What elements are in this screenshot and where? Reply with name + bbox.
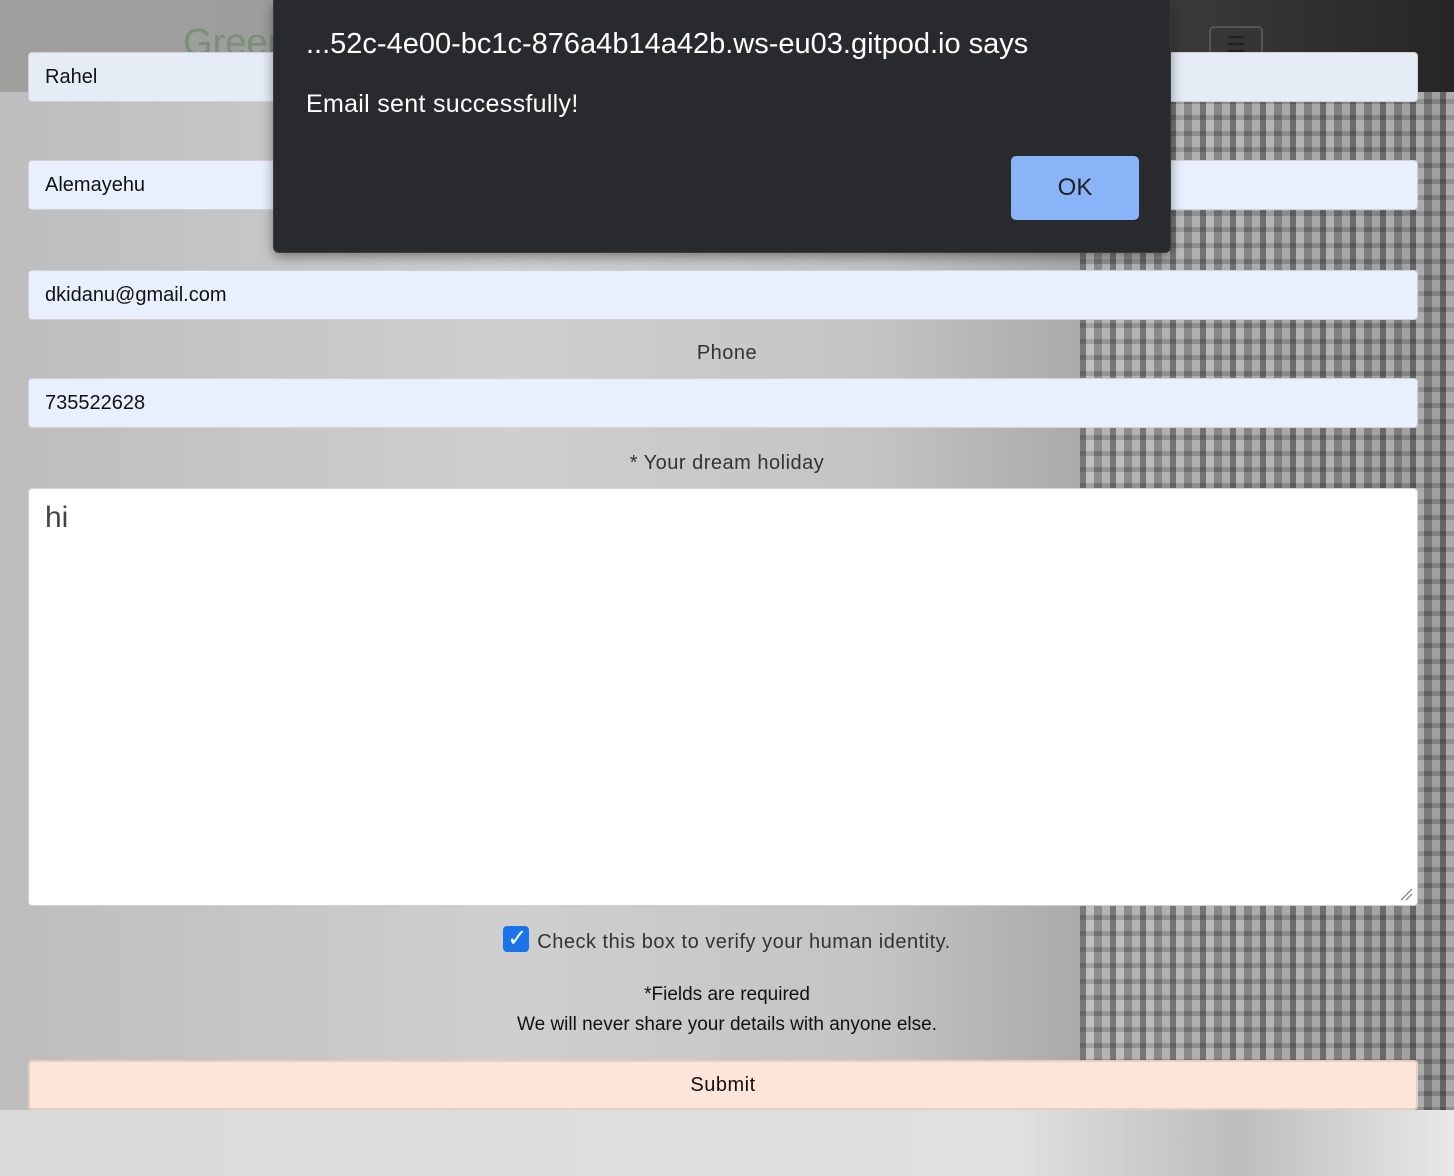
email-value: dkidanu@gmail.com bbox=[45, 283, 227, 306]
alert-ok-label: OK bbox=[1057, 174, 1093, 201]
holiday-value: hi bbox=[45, 501, 69, 534]
verify-label: Check this box to verify your human iden… bbox=[537, 931, 951, 953]
privacy-note: We will never share your details with an… bbox=[517, 1014, 937, 1035]
last-name-value: Alemayehu bbox=[45, 173, 146, 196]
alert-dialog: ...52c-4e00-bc1c-876a4b14a42b.ws-eu03.gi… bbox=[273, 0, 1171, 253]
alert-title: ...52c-4e00-bc1c-876a4b14a42b.ws-eu03.gi… bbox=[306, 28, 1029, 60]
checkmark-icon: ✓ bbox=[507, 925, 528, 952]
email-input[interactable]: dkidanu@gmail.com bbox=[28, 270, 1418, 320]
holiday-textarea[interactable]: hi bbox=[28, 488, 1418, 906]
verify-checkbox[interactable]: ✓ bbox=[503, 925, 530, 952]
alert-message: Email sent successfully! bbox=[306, 90, 579, 118]
phone-label: Phone bbox=[696, 342, 758, 364]
submit-label: Submit bbox=[690, 1073, 756, 1096]
phone-value: 735522628 bbox=[45, 391, 146, 414]
holiday-label: * Your dream holiday bbox=[629, 452, 825, 474]
required-note: *Fields are required bbox=[644, 984, 810, 1005]
verify-row: ✓ Check this box to verify your human ide… bbox=[0, 925, 1454, 954]
phone-input[interactable]: 735522628 bbox=[28, 378, 1418, 428]
footer-background bbox=[0, 1110, 1454, 1176]
resize-handle-icon[interactable] bbox=[1399, 887, 1413, 901]
alert-ok-button[interactable]: OK bbox=[1011, 156, 1139, 220]
submit-button[interactable]: Submit bbox=[28, 1060, 1418, 1110]
first-name-value: Rahel bbox=[45, 65, 98, 88]
